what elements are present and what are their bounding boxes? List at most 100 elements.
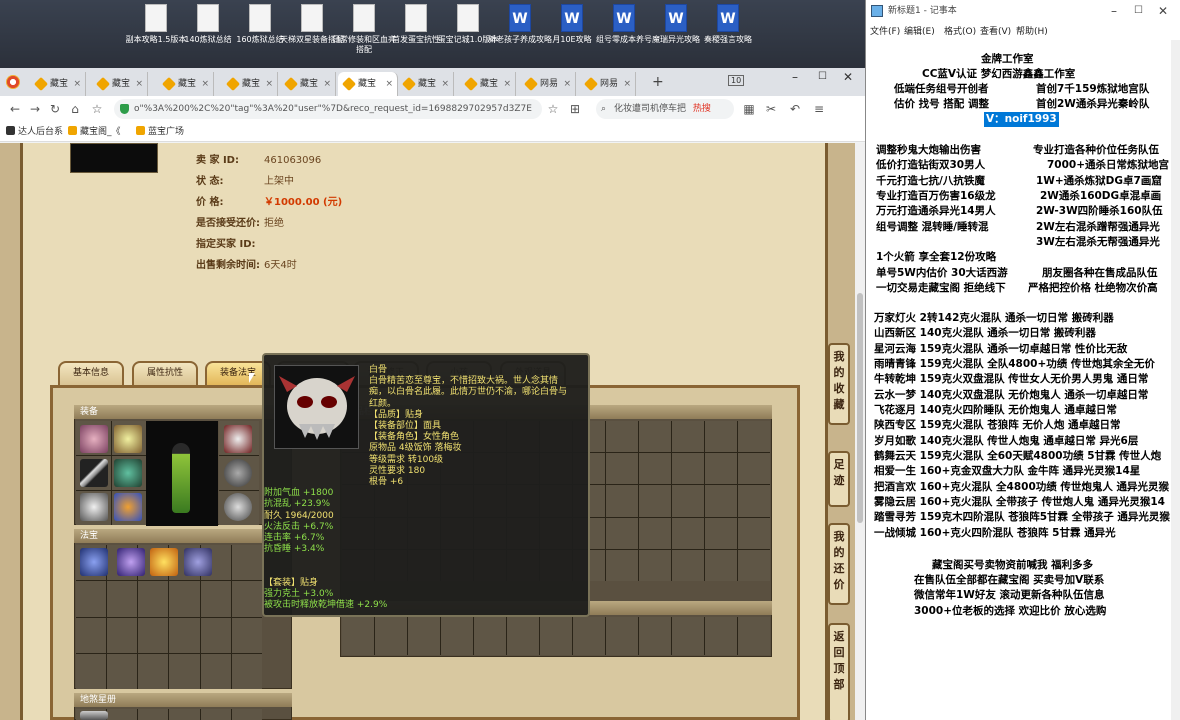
notepad-minimize-icon[interactable]: – bbox=[1111, 0, 1117, 22]
cut-icon[interactable]: ✂ bbox=[762, 100, 780, 118]
browser-tab-8[interactable]: 网易 × bbox=[520, 72, 576, 96]
game-tab-1[interactable]: 属性抗性 bbox=[132, 361, 198, 385]
notepad-line: 估价 找号 搭配 调整 bbox=[894, 98, 989, 110]
browser-tab-9[interactable]: 网易 × bbox=[580, 72, 636, 96]
browser-tab-5[interactable]: 藏宝 × bbox=[338, 72, 398, 96]
buyer-label: 指定买家 ID: bbox=[196, 239, 256, 250]
close-icon[interactable]: ✕ bbox=[843, 70, 853, 84]
tab-favicon-icon bbox=[283, 76, 299, 92]
notepad-line: 飞花逐月 140克火四阶睡队 无价炮鬼人 通卓越日常 bbox=[874, 404, 1117, 416]
equip-item-weapon-icon[interactable] bbox=[80, 459, 108, 487]
game-tab-0[interactable]: 基本信息 bbox=[58, 361, 124, 385]
word-file-icon: W bbox=[613, 4, 635, 32]
notepad-menu-item-0[interactable]: 文件(F) bbox=[870, 24, 900, 37]
maximize-icon[interactable]: ☐ bbox=[818, 71, 827, 82]
tab-close-icon[interactable]: × bbox=[563, 72, 571, 96]
side-button-1[interactable]: 足迹 bbox=[828, 451, 850, 507]
equip-item-shoes-icon[interactable] bbox=[80, 425, 108, 453]
new-tab-button[interactable]: + bbox=[652, 74, 664, 90]
side-button-3[interactable]: 返回顶部 bbox=[828, 623, 850, 720]
search-box[interactable]: ⌕ 化妆遭司机停车把 热搜 bbox=[596, 99, 734, 119]
treasure-item-1-icon[interactable] bbox=[80, 548, 108, 576]
notepad-menu-item-1[interactable]: 编辑(E) bbox=[904, 24, 935, 37]
notepad-maximize-icon[interactable]: ☐ bbox=[1134, 0, 1143, 22]
equip-item-ring-icon[interactable] bbox=[224, 459, 252, 487]
notepad-menu-item-3[interactable]: 查看(V) bbox=[980, 24, 1011, 37]
minimize-icon[interactable]: – bbox=[792, 70, 798, 84]
equip-item-staff-icon[interactable] bbox=[114, 493, 142, 521]
equip-item-mask-icon[interactable] bbox=[224, 425, 252, 453]
equip-item-armor-icon[interactable] bbox=[114, 425, 142, 453]
apps-icon[interactable]: ▦ bbox=[740, 100, 758, 118]
treasure-item-3-icon[interactable] bbox=[150, 548, 178, 576]
item-thumbnail bbox=[70, 143, 158, 173]
side-button-2[interactable]: 我的还价 bbox=[828, 523, 850, 605]
notepad-scrollbar[interactable] bbox=[1171, 40, 1180, 720]
page-scrollbar[interactable] bbox=[855, 143, 865, 720]
treasure-item-2-icon[interactable] bbox=[117, 548, 145, 576]
equip-header: 装备 bbox=[74, 405, 292, 419]
browser-logo-icon[interactable] bbox=[6, 75, 20, 89]
counter-row: 是否接受还价: 拒绝 bbox=[196, 214, 284, 229]
notepad-line: 一切交易走藏宝阁 拒绝线下 bbox=[876, 282, 1006, 294]
browser-tab-7[interactable]: 藏宝 × bbox=[460, 72, 516, 96]
tab-close-icon[interactable]: × bbox=[135, 72, 143, 96]
back-icon[interactable]: ← bbox=[6, 100, 24, 118]
tooltip-line: 被攻击时释放乾坤借速 +2.9% bbox=[264, 600, 388, 611]
document-file-icon bbox=[457, 4, 479, 32]
equip-item-necklace-icon[interactable] bbox=[224, 493, 252, 521]
undo-icon[interactable]: ↶ bbox=[786, 100, 804, 118]
browser-tab-6[interactable]: 藏宝 × bbox=[398, 72, 454, 96]
notepad-line: 专业打造各种价位任务队伍 bbox=[1033, 144, 1159, 156]
browser-tab-1[interactable]: 藏宝 × bbox=[92, 72, 148, 96]
document-file-icon bbox=[145, 4, 167, 32]
desktop-icon-11[interactable]: W 奏稷强言攻略 bbox=[694, 4, 762, 45]
scroll-thumb[interactable] bbox=[857, 293, 863, 523]
tab-close-icon[interactable]: × bbox=[201, 72, 209, 96]
notepad-menu-item-2[interactable]: 格式(O) bbox=[944, 24, 976, 37]
tab-close-icon[interactable]: × bbox=[73, 72, 81, 96]
nav-bar: ← → ↻ ⌂ ☆ o"%3A%200%2C%20"tag"%3A%20"use… bbox=[0, 96, 865, 122]
tab-favicon-icon bbox=[225, 76, 241, 92]
browser-tab-0[interactable]: 藏宝 × bbox=[30, 72, 86, 96]
menu-icon[interactable]: ≡ bbox=[810, 100, 828, 118]
bookmark-item-0[interactable]: 达人后台系 bbox=[6, 125, 63, 139]
notepad-close-icon[interactable]: ✕ bbox=[1158, 0, 1168, 22]
tab-close-icon[interactable]: × bbox=[441, 72, 449, 96]
notepad-menu-item-4[interactable]: 帮助(H) bbox=[1016, 24, 1048, 37]
tab-close-icon[interactable]: × bbox=[623, 72, 631, 96]
tab-close-icon[interactable]: × bbox=[265, 72, 273, 96]
tab-bar: + 10 – ☐ ✕ 藏宝 × 藏宝 × 藏宝 × 藏宝 × 藏宝 × 藏宝 × 藏宝 × 藏宝 × 网易 × 网易… bbox=[0, 68, 865, 96]
tab-favicon-icon bbox=[583, 76, 599, 92]
bookmark-item-1[interactable]: 藏宝阁_《 bbox=[68, 125, 121, 139]
bookmark-star-icon[interactable]: ☆ bbox=[544, 100, 562, 118]
browser-tab-2[interactable]: 藏宝 × bbox=[158, 72, 214, 96]
notepad-line: 1W+通杀炼狱DG卓7画窟 bbox=[1036, 175, 1162, 187]
ground-item-icon[interactable] bbox=[80, 711, 108, 720]
address-bar[interactable]: o"%3A%200%2C%20"tag"%3A%20"user"%7D&reco… bbox=[114, 99, 542, 119]
reload-icon[interactable]: ↻ bbox=[46, 100, 64, 118]
side-button-0[interactable]: 我的收藏 bbox=[828, 343, 850, 425]
treasure-item-4-icon[interactable] bbox=[184, 548, 212, 576]
extension-icon[interactable]: ⊞ bbox=[566, 100, 584, 118]
bookmark-item-2[interactable]: 蓝宝广场 bbox=[136, 125, 184, 139]
home-icon[interactable]: ⌂ bbox=[66, 100, 84, 118]
tab-close-icon[interactable]: × bbox=[385, 72, 393, 96]
tab-close-icon[interactable]: × bbox=[503, 72, 511, 96]
browser-tab-4[interactable]: 藏宝 × bbox=[280, 72, 336, 96]
forward-icon[interactable]: → bbox=[26, 100, 44, 118]
equip-item-outfit-icon[interactable] bbox=[114, 459, 142, 487]
word-file-icon: W bbox=[665, 4, 687, 32]
browser-tab-3[interactable]: 藏宝 × bbox=[222, 72, 278, 96]
star-icon[interactable]: ☆ bbox=[88, 100, 106, 118]
equip-item-belt-icon[interactable] bbox=[80, 493, 108, 521]
tooltip-line bbox=[264, 555, 588, 566]
mask-item-image bbox=[274, 365, 359, 449]
tab-close-icon[interactable]: × bbox=[323, 72, 331, 96]
contact-highlight[interactable]: V：noif1993 bbox=[984, 112, 1059, 127]
bookmark-icon bbox=[136, 126, 145, 135]
document-file-icon bbox=[405, 4, 427, 32]
notepad-text-area[interactable]: V：noif1993 金牌工作室 CC蓝V认证 梦幻西游鑫鑫工作室 低端任务组号开创… bbox=[866, 40, 1180, 720]
notepad-line: 专业打造百万伤害16级龙 bbox=[876, 190, 996, 202]
tab-count-badge[interactable]: 10 bbox=[728, 75, 745, 86]
